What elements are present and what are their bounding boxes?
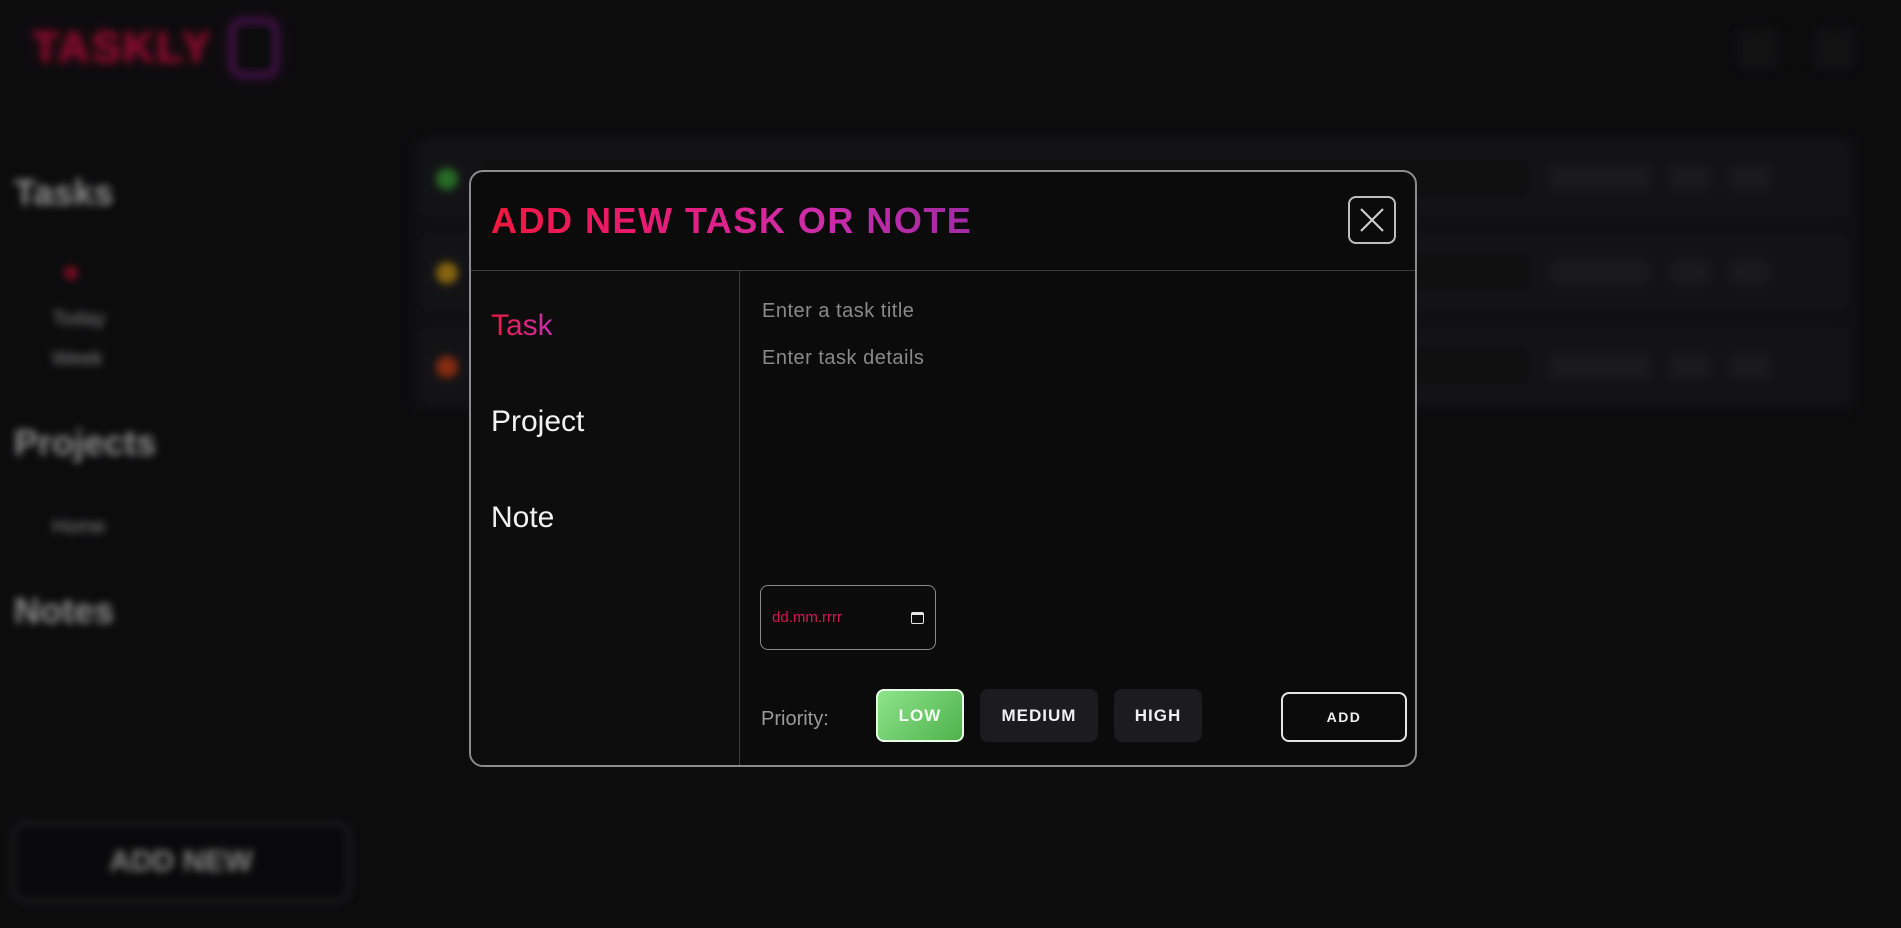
nav-item-task[interactable]: Task — [491, 309, 553, 343]
task-form: dd.mm.rrrr Priority: LOW MEDIUM HIGH ADD — [740, 271, 1415, 765]
calendar-icon[interactable] — [911, 611, 924, 624]
nav-item-note[interactable]: Note — [491, 501, 554, 535]
nav-item-project[interactable]: Project — [491, 405, 584, 439]
add-task-button[interactable]: ADD — [1281, 692, 1407, 742]
modal-header: ADD NEW TASK OR NOTE — [471, 172, 1415, 271]
priority-low-button[interactable]: LOW — [876, 689, 964, 742]
close-icon — [1360, 208, 1384, 232]
priority-medium-button[interactable]: MEDIUM — [980, 689, 1098, 742]
priority-label: Priority: — [761, 708, 829, 730]
modal-sidebar: Task Project Note — [471, 271, 740, 765]
add-task-modal: ADD NEW TASK OR NOTE Task Project Note d… — [469, 170, 1417, 767]
task-details-input[interactable] — [760, 345, 1384, 579]
modal-title: ADD NEW TASK OR NOTE — [491, 200, 973, 241]
due-date-input[interactable]: dd.mm.rrrr — [760, 585, 936, 650]
priority-high-button[interactable]: HIGH — [1114, 689, 1202, 742]
close-button[interactable] — [1348, 196, 1396, 244]
task-title-input[interactable] — [760, 295, 1384, 327]
date-placeholder: dd.mm.rrrr — [772, 609, 842, 626]
